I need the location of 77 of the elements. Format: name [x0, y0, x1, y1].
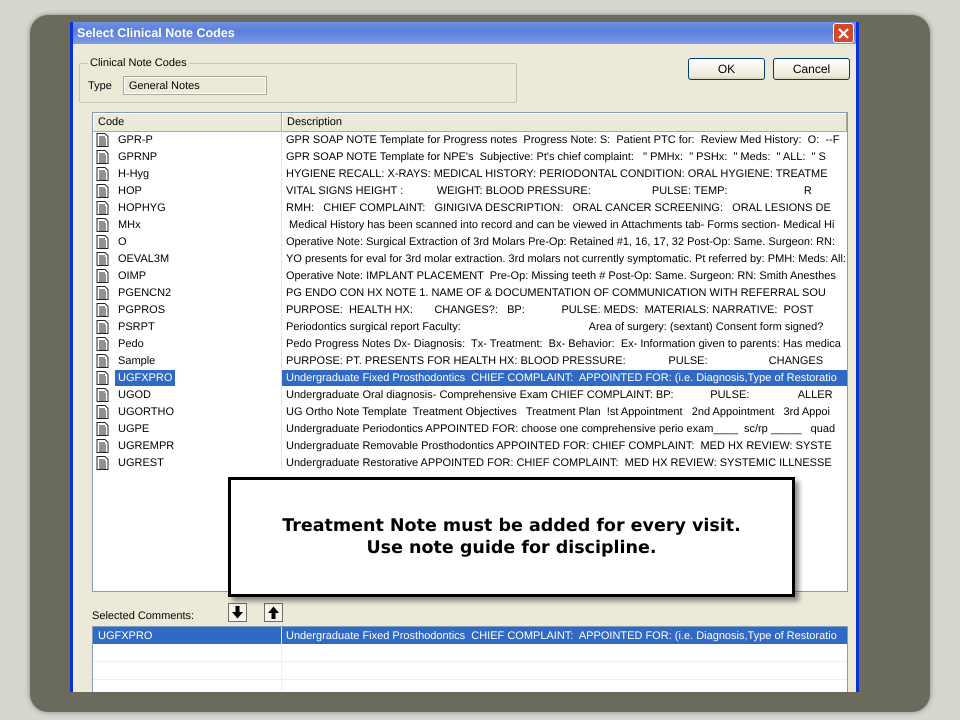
document-icon [96, 218, 109, 232]
description-cell[interactable]: Periodontics surgical report Faculty: Area of surgery: (sextant) Consent form signed? [282, 318, 847, 334]
description-cell[interactable]: Undergraduate Removable Prosthodontics APPOINTED FOR: CHIEF COMPLAINT: MED HX REVIEW: SYSTE [282, 438, 847, 454]
document-icon [96, 132, 109, 146]
document-icon [96, 388, 109, 402]
close-button[interactable] [833, 23, 854, 43]
description-cell[interactable]: UG Ortho Note Template Treatment Objectives Treatment Plan !st Appointment 2nd Appointment 3rd Appoi [282, 404, 847, 420]
document-icon [96, 252, 109, 266]
code-cell[interactable]: UGOD [115, 386, 154, 402]
document-icon [96, 234, 109, 248]
group-label: Clinical Note Codes [89, 57, 188, 69]
code-cell[interactable]: UGREMPR [115, 438, 178, 454]
description-cell[interactable]: Operative Note: Surgical Extraction of 3rd Molars Pre-Op: Retained #1, 16, 17, 32 Post-Op: Same. Surgeon: RN: [282, 234, 847, 250]
move-down-button[interactable] [228, 602, 247, 622]
close-icon [838, 28, 849, 38]
code-cell[interactable]: PGPROS [115, 302, 168, 318]
document-icon [96, 166, 109, 180]
description-cell[interactable]: Undergraduate Restorative APPOINTED FOR: CHIEF COMPLAINT: MED HX REVIEW: SYSTEMIC ILLNESSE [282, 454, 847, 470]
callout-text: Use note guide for discipline. [366, 538, 657, 558]
description-cell[interactable]: Undergraduate Fixed Prosthodontics CHIEF COMPLAINT: APPOINTED FOR: (i.e. Diagnosis,Type of Restoratio [282, 370, 847, 386]
document-icon [96, 320, 109, 334]
document-icon [96, 370, 109, 384]
description-cell[interactable]: Pedo Progress Notes Dx- Diagnosis: Tx- Treatment: Bx- Behavior: Ex- Information given to parents: Has medica [282, 336, 847, 352]
move-up-button[interactable] [264, 602, 283, 622]
code-cell[interactable]: PGENCN2 [115, 284, 174, 300]
description-cell[interactable]: Undergraduate Oral diagnosis- Comprehensive Exam CHIEF COMPLAINT: BP: PULSE: ALLER [282, 386, 847, 402]
description-cell[interactable]: Undergraduate Periodontics APPOINTED FOR: choose one comprehensive perio exam____ sc/rp _____ quad [282, 420, 847, 436]
document-icon [96, 404, 109, 418]
description-cell[interactable]: PG ENDO CON HX NOTE 1. NAME OF & DOCUMENTATION OF COMMUNICATION WITH REFERRAL SOU [282, 284, 847, 300]
code-cell[interactable]: O [115, 234, 130, 250]
document-icon [96, 268, 109, 282]
code-cell[interactable]: HOPHYG [115, 200, 169, 216]
document-icon [96, 302, 109, 316]
ok-button[interactable]: OK [688, 58, 765, 80]
description-cell[interactable]: RMH: CHIEF COMPLAINT: GINIGIVA DESCRIPTION: ORAL CANCER SCREENING: ORAL LESIONS DE [282, 200, 847, 216]
description-cell[interactable]: GPR SOAP NOTE Template for NPE's Subjective: Pt's chief complaint: " PMHx: " PSHx: " Meds: " ALL: " S [282, 148, 847, 164]
type-label: Type [88, 80, 112, 92]
code-cell[interactable]: UGFXPRO [115, 370, 176, 386]
code-cell[interactable]: GPR-P [115, 132, 156, 148]
column-header[interactable]: Description [282, 113, 847, 132]
description-cell[interactable]: GPR SOAP NOTE Template for Progress notes Progress Note: S: Patient PTC for: Review Med History: O: --F [282, 132, 847, 148]
code-cell[interactable]: OIMP [115, 268, 150, 284]
cancel-button[interactable]: Cancel [773, 58, 850, 80]
code-cell[interactable]: H-Hyg [115, 166, 152, 182]
document-icon [96, 150, 109, 164]
description-cell[interactable]: YO presents for eval for 3rd molar extraction. 3rd molars not currently symptomatic. Pt referred by: PMH: Meds: All: [282, 250, 847, 266]
code-cell[interactable]: Sample [115, 352, 158, 368]
code-cell[interactable]: PSRPT [115, 318, 158, 334]
description-cell[interactable]: PURPOSE: HEALTH HX: CHANGES?: BP: PULSE: MEDS: MATERIALS: NARRATIVE: POST [282, 302, 847, 318]
code-cell[interactable]: UGORTHO [115, 404, 178, 420]
code-cell[interactable]: GPRNP [115, 148, 160, 164]
description-cell[interactable]: Medical History has been scanned into record and can be viewed in Attachments tab- Forms section- Medical Hi [282, 216, 847, 232]
code-cell[interactable]: UGREST [115, 454, 167, 470]
code-cell[interactable]: UGPE [115, 420, 152, 436]
document-icon [96, 336, 109, 350]
up-arrow-icon [268, 606, 279, 618]
document-icon [96, 438, 109, 452]
document-icon [96, 422, 109, 436]
document-icon [96, 456, 109, 470]
description-cell[interactable]: VITAL SIGNS HEIGHT : WEIGHT: BLOOD PRESSURE: PULSE: TEMP: R [282, 182, 847, 198]
document-icon [96, 200, 109, 214]
type-field[interactable]: General Notes [124, 77, 266, 94]
document-icon [96, 354, 109, 368]
selected-comments-label: Selected Comments: [92, 609, 196, 622]
description-cell[interactable]: Operative Note: IMPLANT PLACEMENT Pre-Op: Missing teeth # Post-Op: Same. Surgeon: RN: Smith Anesthes [282, 268, 847, 284]
window-title: Select Clinical Note Codes [77, 26, 235, 40]
description-cell[interactable]: HYGIENE RECALL: X-RAYS: MEDICAL HISTORY: PERIODONTAL CONDITION: ORAL HYGIENE: TREATME [282, 166, 847, 182]
description-cell[interactable]: PURPOSE: PT. PRESENTS FOR HEALTH HX: BLOOD PRESSURE: PULSE: CHANGES [282, 352, 847, 368]
document-icon [96, 286, 109, 300]
down-arrow-icon [232, 606, 243, 618]
document-icon [96, 184, 109, 198]
column-header[interactable]: Code [93, 113, 282, 132]
code-cell[interactable]: Pedo [115, 336, 147, 352]
code-cell[interactable]: HOP [115, 182, 145, 198]
callout-text: Treatment Note must be added for every visit. [282, 516, 741, 536]
code-cell[interactable]: MHx [115, 216, 144, 232]
code-cell[interactable]: OEVAL3M [115, 250, 172, 266]
